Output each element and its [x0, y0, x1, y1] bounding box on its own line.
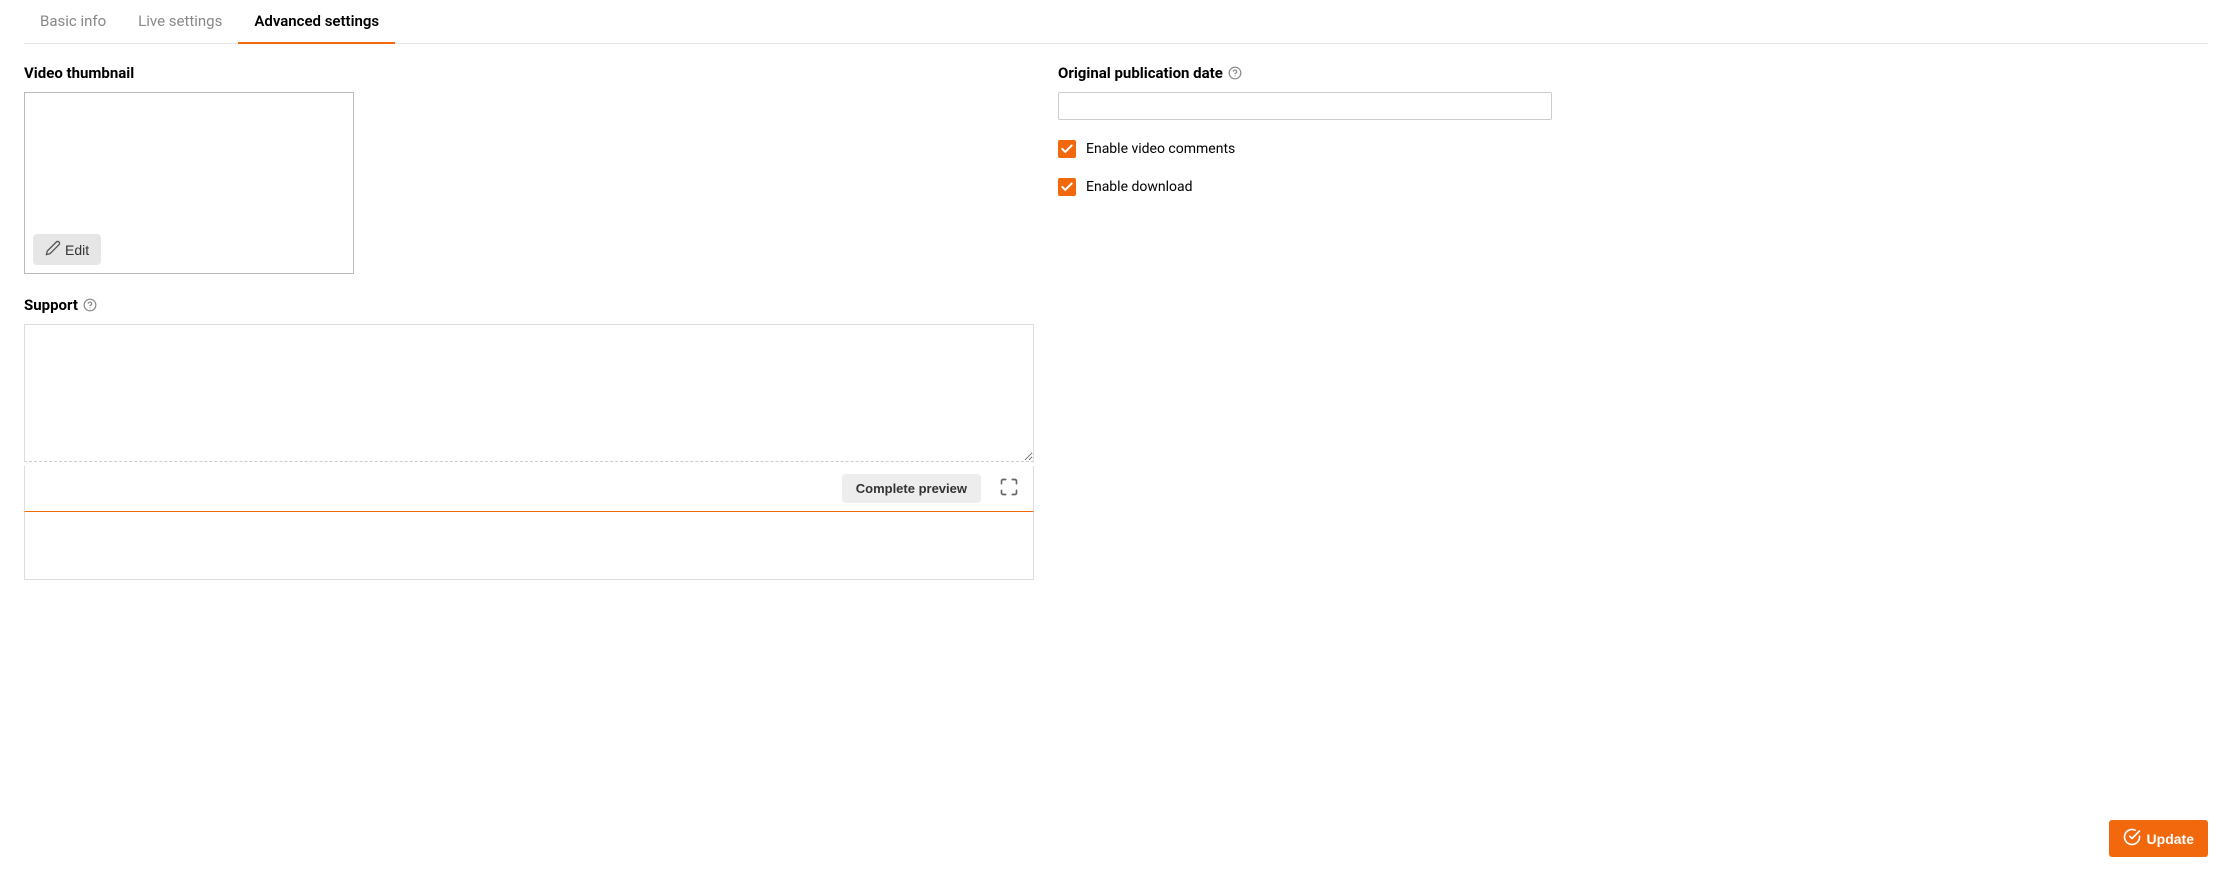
help-icon[interactable]: [1227, 65, 1243, 81]
edit-button-label: Edit: [65, 242, 89, 258]
support-toolbar: Complete preview: [24, 466, 1034, 512]
help-icon[interactable]: [82, 297, 98, 313]
enable-comments-label[interactable]: Enable video comments: [1086, 141, 1235, 157]
enable-download-row: Enable download: [1058, 178, 1552, 196]
check-circle-icon: [2123, 828, 2141, 849]
enable-download-label[interactable]: Enable download: [1086, 179, 1193, 195]
support-textarea[interactable]: [24, 324, 1034, 462]
check-icon: [1060, 142, 1074, 156]
fullscreen-button[interactable]: [995, 473, 1023, 504]
video-thumbnail-label-text: Video thumbnail: [24, 64, 134, 82]
content-area: Video thumbnail Edit Support: [24, 64, 2208, 580]
tab-advanced-settings[interactable]: Advanced settings: [238, 0, 395, 44]
edit-thumbnail-button[interactable]: Edit: [33, 234, 101, 265]
enable-download-checkbox[interactable]: [1058, 178, 1076, 196]
thumbnail-preview: Edit: [24, 92, 354, 274]
support-preview-area: [24, 512, 1034, 580]
video-thumbnail-label: Video thumbnail: [24, 64, 1034, 82]
support-label: Support: [24, 296, 1034, 314]
enable-comments-checkbox[interactable]: [1058, 140, 1076, 158]
video-thumbnail-section: Video thumbnail Edit: [24, 64, 1034, 274]
fullscreen-icon: [999, 477, 1019, 500]
tab-live-settings[interactable]: Live settings: [122, 0, 238, 44]
tabs-bar: Basic info Live settings Advanced settin…: [24, 0, 2208, 44]
publication-date-label: Original publication date: [1058, 64, 1552, 82]
support-label-text: Support: [24, 296, 78, 314]
publication-date-label-text: Original publication date: [1058, 64, 1223, 82]
original-publication-date-section: Original publication date: [1058, 64, 1552, 120]
tab-basic-info[interactable]: Basic info: [24, 0, 122, 44]
right-column: Original publication date Enable video c…: [1058, 64, 1552, 580]
update-button[interactable]: Update: [2109, 820, 2208, 857]
support-section: Support Complete preview: [24, 296, 1034, 580]
check-icon: [1060, 180, 1074, 194]
update-button-label: Update: [2147, 831, 2194, 847]
complete-preview-button[interactable]: Complete preview: [842, 474, 981, 503]
pencil-icon: [45, 240, 61, 259]
enable-comments-row: Enable video comments: [1058, 140, 1552, 158]
publication-date-input[interactable]: [1058, 92, 1552, 120]
left-column: Video thumbnail Edit Support: [24, 64, 1034, 580]
